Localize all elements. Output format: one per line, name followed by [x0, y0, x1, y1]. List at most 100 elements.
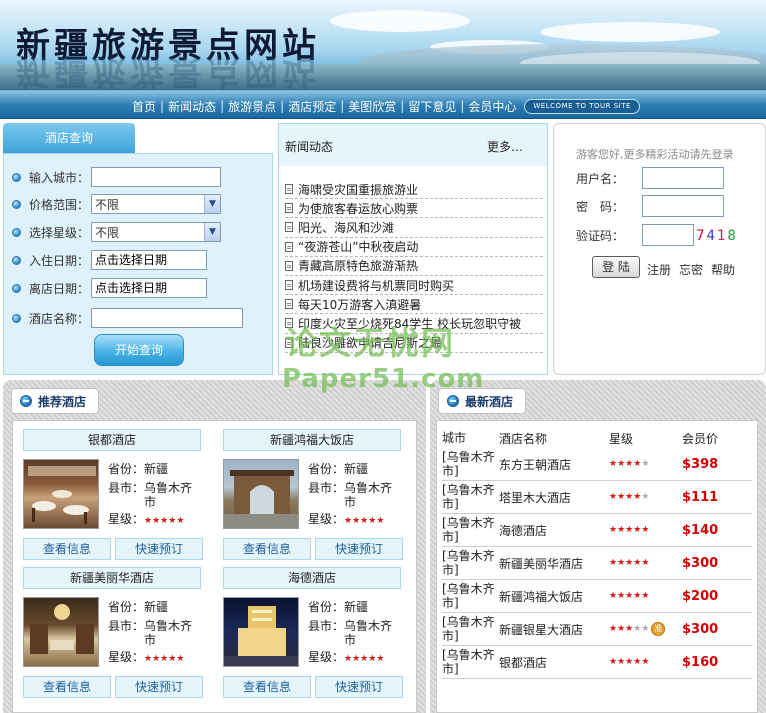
news-item-title[interactable]: 机场建设费将与机票同时购买: [298, 277, 454, 294]
hotel-card-name[interactable]: 银都酒店: [23, 429, 201, 451]
hotel-rating: 星级：★★★★★: [308, 650, 384, 666]
bullet-icon: [12, 199, 21, 209]
checkout-date-input[interactable]: 点击选择日期: [91, 278, 207, 298]
star-select[interactable]: 不限 ▼: [91, 222, 221, 242]
row-price: $398: [682, 456, 719, 472]
star-rating: ★★★★★: [144, 516, 184, 526]
star-rating: ★★★★★: [609, 558, 649, 568]
table-row[interactable]: [乌鲁木齐市] 塔里木大酒店 ★★★★★ $111: [442, 481, 752, 514]
row-stars: ★★★★★ 准: [609, 622, 682, 636]
table-row[interactable]: [乌鲁木齐市] 新疆银星大酒店 ★★★★★ 准 $300: [442, 613, 752, 646]
row-stars: ★★★★★: [609, 525, 682, 535]
news-item[interactable]: 每天10万游客入滇避暑: [285, 295, 543, 315]
row-stars: ★★★★★: [609, 591, 682, 601]
latest-hotels-title: 最新酒店: [465, 394, 514, 409]
view-info-button[interactable]: 查看信息: [223, 676, 311, 698]
nav-news[interactable]: 新闻动态: [164, 98, 220, 115]
table-row[interactable]: [乌鲁木齐市] 新疆鸿福大饭店 ★★★★★ $200: [442, 580, 752, 613]
news-item[interactable]: 机场建设费将与机票同时购买: [285, 276, 543, 296]
quick-book-button[interactable]: 快速预订: [315, 676, 403, 698]
checkin-label: 入住日期：: [29, 253, 90, 268]
nav-feedback[interactable]: 留下意见: [404, 98, 460, 115]
star-filled-icon: ★: [617, 492, 626, 502]
nav-home[interactable]: 首页: [128, 98, 160, 115]
row-hotel-name[interactable]: 海德酒店: [499, 522, 609, 539]
captcha-input[interactable]: [642, 224, 694, 246]
nav-gallery[interactable]: 美图欣赏: [344, 98, 400, 115]
nav-hotel-booking[interactable]: 酒店预定: [284, 98, 340, 115]
news-item-title[interactable]: 阳光、海风和沙滩: [298, 219, 394, 236]
view-info-button[interactable]: 查看信息: [223, 538, 311, 560]
username-input[interactable]: [642, 167, 724, 189]
star-empty-icon: ★: [641, 624, 650, 634]
hotel-name-input[interactable]: [91, 308, 243, 328]
row-hotel-name[interactable]: 塔里木大酒店: [499, 489, 609, 506]
table-row[interactable]: [乌鲁木齐市] 东方王朝酒店 ★★★★★ $398: [442, 448, 752, 481]
captcha-label: 验证码：: [575, 228, 624, 243]
news-item[interactable]: 海啸受灾国重振旅游业: [285, 180, 543, 200]
row-city: [乌鲁木齐市]: [442, 615, 495, 643]
view-info-button[interactable]: 查看信息: [23, 538, 111, 560]
quick-book-button[interactable]: 快速预订: [115, 676, 203, 698]
start-search-button[interactable]: 开始查询: [94, 334, 184, 366]
star-label: 星级：: [108, 650, 145, 664]
row-hotel-name[interactable]: 东方王朝酒店: [499, 456, 609, 473]
news-item[interactable]: “夜游苍山”中秋夜启动: [285, 238, 543, 257]
captcha-image[interactable]: 7418: [696, 228, 738, 244]
row-hotel-name[interactable]: 新疆银星大酒店: [499, 621, 609, 638]
city-input[interactable]: [91, 167, 221, 187]
news-item-title[interactable]: 每天10万游客入滇避暑: [298, 296, 421, 313]
hotel-photo[interactable]: [223, 459, 299, 529]
hotel-photo[interactable]: [223, 597, 299, 667]
star-filled-icon: ★: [152, 654, 161, 664]
checkin-date-input[interactable]: 点击选择日期: [91, 250, 207, 270]
star-label: 选择星级：: [29, 225, 90, 240]
news-item-title[interactable]: 海啸受灾国重振旅游业: [298, 181, 418, 198]
quick-book-button[interactable]: 快速预订: [115, 538, 203, 560]
nav-attractions[interactable]: 旅游景点: [224, 98, 280, 115]
checkout-label: 离店日期：: [29, 281, 90, 296]
hotel-search-tab[interactable]: 酒店查询: [3, 123, 135, 153]
star-filled-icon: ★: [641, 558, 650, 568]
hotel-photo[interactable]: [23, 597, 99, 667]
hotel-card-name[interactable]: 新疆美丽华酒店: [23, 567, 201, 589]
news-more-link[interactable]: 更多…: [487, 138, 523, 155]
dropdown-arrow-icon[interactable]: ▼: [204, 223, 220, 241]
hotel-photo[interactable]: [23, 459, 99, 529]
news-item[interactable]: 阳光、海风和沙滩: [285, 218, 543, 238]
hotel-card-name[interactable]: 海德酒店: [223, 567, 401, 589]
password-input[interactable]: [642, 195, 724, 217]
bullet-icon: [12, 172, 21, 182]
row-hotel-name[interactable]: 新疆鸿福大饭店: [499, 588, 609, 605]
news-item-title[interactable]: 青藏高原特色旅游渐热: [298, 257, 418, 274]
help-link[interactable]: 帮助: [711, 261, 735, 278]
register-link[interactable]: 注册: [647, 261, 671, 278]
view-info-button[interactable]: 查看信息: [23, 676, 111, 698]
hotel-province: 省份：新疆: [108, 462, 168, 476]
star-filled-icon: ★: [352, 654, 361, 664]
hotel-card-name[interactable]: 新疆鸿福大饭店: [223, 429, 401, 451]
price-select[interactable]: 不限 ▼: [91, 194, 221, 214]
row-price: $300: [682, 621, 719, 637]
hotel-city: 县市： 乌鲁木齐市: [108, 481, 203, 509]
quick-book-button[interactable]: 快速预订: [315, 538, 403, 560]
nav-member-center[interactable]: 会员中心: [464, 98, 520, 115]
login-button[interactable]: 登 陆: [592, 256, 640, 278]
row-hotel-name[interactable]: 新疆美丽华酒店: [499, 555, 609, 572]
table-row[interactable]: [乌鲁木齐市] 新疆美丽华酒店 ★★★★★ $300: [442, 547, 752, 580]
table-row[interactable]: [乌鲁木齐市] 海德酒店 ★★★★★ $140: [442, 514, 752, 547]
province-value: 新疆: [344, 600, 369, 614]
news-item-title[interactable]: “夜游苍山”中秋夜启动: [298, 238, 418, 255]
news-item[interactable]: 为使旅客春运放心购票: [285, 199, 543, 219]
row-hotel-name[interactable]: 银都酒店: [499, 654, 609, 671]
news-item[interactable]: 青藏高原特色旅游渐热: [285, 257, 543, 276]
banner-cloud: [540, 22, 720, 42]
captcha-row: 验证码：: [574, 224, 694, 246]
row-price: $111: [682, 489, 719, 505]
dropdown-arrow-icon[interactable]: ▼: [204, 195, 220, 213]
forgot-password-link[interactable]: 忘密: [679, 261, 703, 278]
nav-items: 首页 | 新闻动态 | 旅游景点 | 酒店预定 | 美图欣赏 | 留下意见 | 会员中心 W…: [128, 97, 640, 115]
table-row[interactable]: [乌鲁木齐市] 银都酒店 ★★★★★ $160: [442, 646, 752, 679]
news-item-title[interactable]: 为使旅客春运放心购票: [298, 200, 418, 217]
star-empty-icon: ★: [641, 459, 650, 469]
